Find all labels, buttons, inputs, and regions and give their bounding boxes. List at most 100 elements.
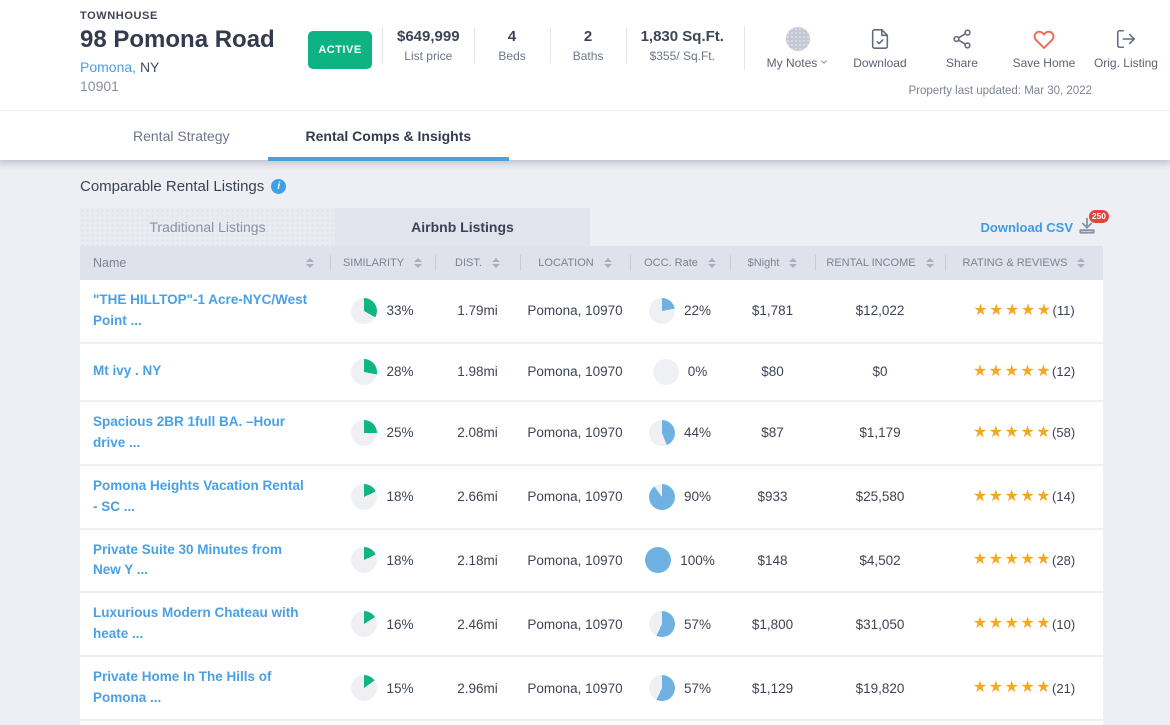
similarity-value: 16%	[386, 617, 413, 632]
night-price-value: $87	[730, 425, 815, 440]
my-notes-label: My Notes	[757, 56, 839, 70]
tab-rental-comps-insights[interactable]: Rental Comps & Insights	[268, 111, 510, 161]
similarity-value: 28%	[386, 364, 413, 379]
table-row: "THE HILLTOP"-1 Acre-NYC/West Point ... …	[80, 280, 1103, 344]
header-rental-income[interactable]: RENTAL INCOME	[815, 246, 945, 280]
sort-icon[interactable]	[789, 258, 797, 268]
header-name[interactable]: Name	[80, 246, 330, 280]
listing-name-link[interactable]: Pomona Heights Vacation Rental - SC ...	[93, 476, 311, 518]
download-button[interactable]: Download	[839, 26, 921, 70]
occupancy-value: 44%	[684, 425, 711, 440]
night-price-value: $80	[730, 364, 815, 379]
location-value: Pomona, 10970	[520, 364, 630, 379]
review-count: (28)	[1052, 553, 1075, 568]
night-price-value: $933	[730, 489, 815, 504]
rental-income-value: $31,050	[815, 617, 945, 632]
orig-listing-button[interactable]: Orig. Listing	[1085, 26, 1167, 70]
similarity-pie-icon	[351, 611, 377, 637]
star-rating-icon: ★★★★★	[973, 489, 1052, 505]
property-header: TOWNHOUSE 98 Pomona Road Pomona, NY 1090…	[0, 0, 1170, 110]
section-title: Comparable Rental Listings	[80, 178, 264, 195]
header-night-price[interactable]: $Night	[730, 246, 815, 280]
listing-name-link[interactable]: "THE HILLTOP"-1 Acre-NYC/West Point ...	[93, 290, 311, 332]
night-price-value: $1,781	[730, 303, 815, 318]
similarity-value: 15%	[386, 681, 413, 696]
rental-income-value: $25,580	[815, 489, 945, 504]
similarity-pie-icon	[351, 298, 377, 324]
listing-name-link[interactable]: Luxurious Modern Chateau with heate ...	[93, 603, 311, 645]
star-rating-icon: ★★★★★	[973, 552, 1052, 568]
distance-value: 2.18mi	[435, 553, 520, 568]
header-rating-reviews[interactable]: RATING & REVIEWS	[945, 246, 1103, 280]
stat-beds: 4 Beds	[474, 28, 550, 63]
review-count: (11)	[1053, 303, 1075, 318]
share-label: Share	[921, 56, 1003, 70]
header-distance[interactable]: DIST.	[435, 246, 520, 280]
night-price-value: $1,800	[730, 617, 815, 632]
sort-icon[interactable]	[492, 258, 500, 268]
star-rating-icon: ★★★★★	[973, 425, 1052, 441]
header-location[interactable]: LOCATION	[520, 246, 630, 280]
sort-icon[interactable]	[708, 258, 716, 268]
header-actions: My Notes Download Share	[744, 26, 1167, 70]
distance-value: 2.08mi	[435, 425, 520, 440]
review-count: (12)	[1052, 364, 1075, 379]
distance-value: 2.96mi	[435, 681, 520, 696]
similarity-pie-icon	[351, 420, 377, 446]
location-value: Pomona, 10970	[520, 553, 630, 568]
listing-name-link[interactable]: Private Suite 30 Minutes from New Y ...	[93, 540, 311, 582]
star-rating-icon: ★★★★★	[973, 303, 1052, 319]
listing-name-link[interactable]: Mt ivy . NY	[93, 361, 161, 382]
last-updated-text: Property last updated: Mar 30, 2022	[909, 85, 1092, 97]
star-rating-icon: ★★★★★	[973, 680, 1052, 696]
occupancy-value: 0%	[688, 364, 708, 379]
similarity-pie-icon	[351, 547, 377, 573]
occupancy-pie-icon	[649, 484, 675, 510]
review-count: (14)	[1052, 489, 1075, 504]
save-home-label: Save Home	[1003, 56, 1085, 70]
rental-income-value: $19,820	[815, 681, 945, 696]
listing-name-link[interactable]: Spacious 2BR 1full BA. –Hour drive ...	[93, 412, 311, 454]
share-button[interactable]: Share	[921, 26, 1003, 70]
csv-count-badge: 250	[1089, 210, 1109, 223]
external-listing-icon	[1115, 28, 1137, 50]
similarity-value: 18%	[386, 489, 413, 504]
sort-icon[interactable]	[306, 258, 314, 268]
save-home-button[interactable]: Save Home	[1003, 26, 1085, 70]
header-similarity[interactable]: SIMILARITY	[330, 246, 435, 280]
content-area: Comparable Rental Listings i Traditional…	[0, 160, 1170, 725]
occupancy-pie-icon	[649, 420, 675, 446]
sort-icon[interactable]	[604, 258, 612, 268]
my-notes-button[interactable]: My Notes	[757, 26, 839, 70]
occupancy-value: 100%	[680, 553, 715, 568]
tab-rental-strategy[interactable]: Rental Strategy	[95, 111, 268, 161]
table-body: "THE HILLTOP"-1 Acre-NYC/West Point ... …	[80, 280, 1103, 725]
notes-avatar-icon	[786, 27, 810, 51]
sort-icon[interactable]	[1077, 258, 1085, 268]
info-icon[interactable]: i	[271, 179, 286, 194]
distance-value: 2.66mi	[435, 489, 520, 504]
occupancy-value: 57%	[684, 617, 711, 632]
occupancy-pie-icon	[649, 611, 675, 637]
sort-icon[interactable]	[926, 258, 934, 268]
location-value: Pomona, 10970	[520, 617, 630, 632]
table-row: Pomona Heights Vacation Rental - SC ... …	[80, 466, 1103, 530]
share-icon	[951, 28, 973, 50]
stat-sqft: 1,830 Sq.Ft. $355/ Sq.Ft.	[626, 28, 738, 63]
download-label: Download	[839, 56, 921, 70]
occupancy-pie-icon	[653, 359, 679, 385]
distance-value: 2.46mi	[435, 617, 520, 632]
header-occ-rate[interactable]: OCC. Rate	[630, 246, 730, 280]
property-address: 98 Pomona Road	[80, 26, 300, 54]
listing-name-link[interactable]: Private Home In The Hills of Pomona ...	[93, 667, 311, 709]
city-link[interactable]: Pomona,	[80, 59, 136, 75]
location-value: Pomona, 10970	[520, 303, 630, 318]
download-csv-link[interactable]: Download CSV 250	[981, 216, 1103, 238]
table-row: Valley View 2.5+ acres of privacy p 15% …	[80, 721, 1103, 725]
rental-income-value: $0	[815, 364, 945, 379]
similarity-pie-icon	[351, 359, 377, 385]
sort-icon[interactable]	[414, 258, 422, 268]
subtab-airbnb-listings[interactable]: Airbnb Listings	[335, 208, 590, 246]
subtab-traditional-listings[interactable]: Traditional Listings	[80, 208, 335, 246]
main-tabbar: Rental Strategy Rental Comps & Insights	[0, 110, 1170, 160]
